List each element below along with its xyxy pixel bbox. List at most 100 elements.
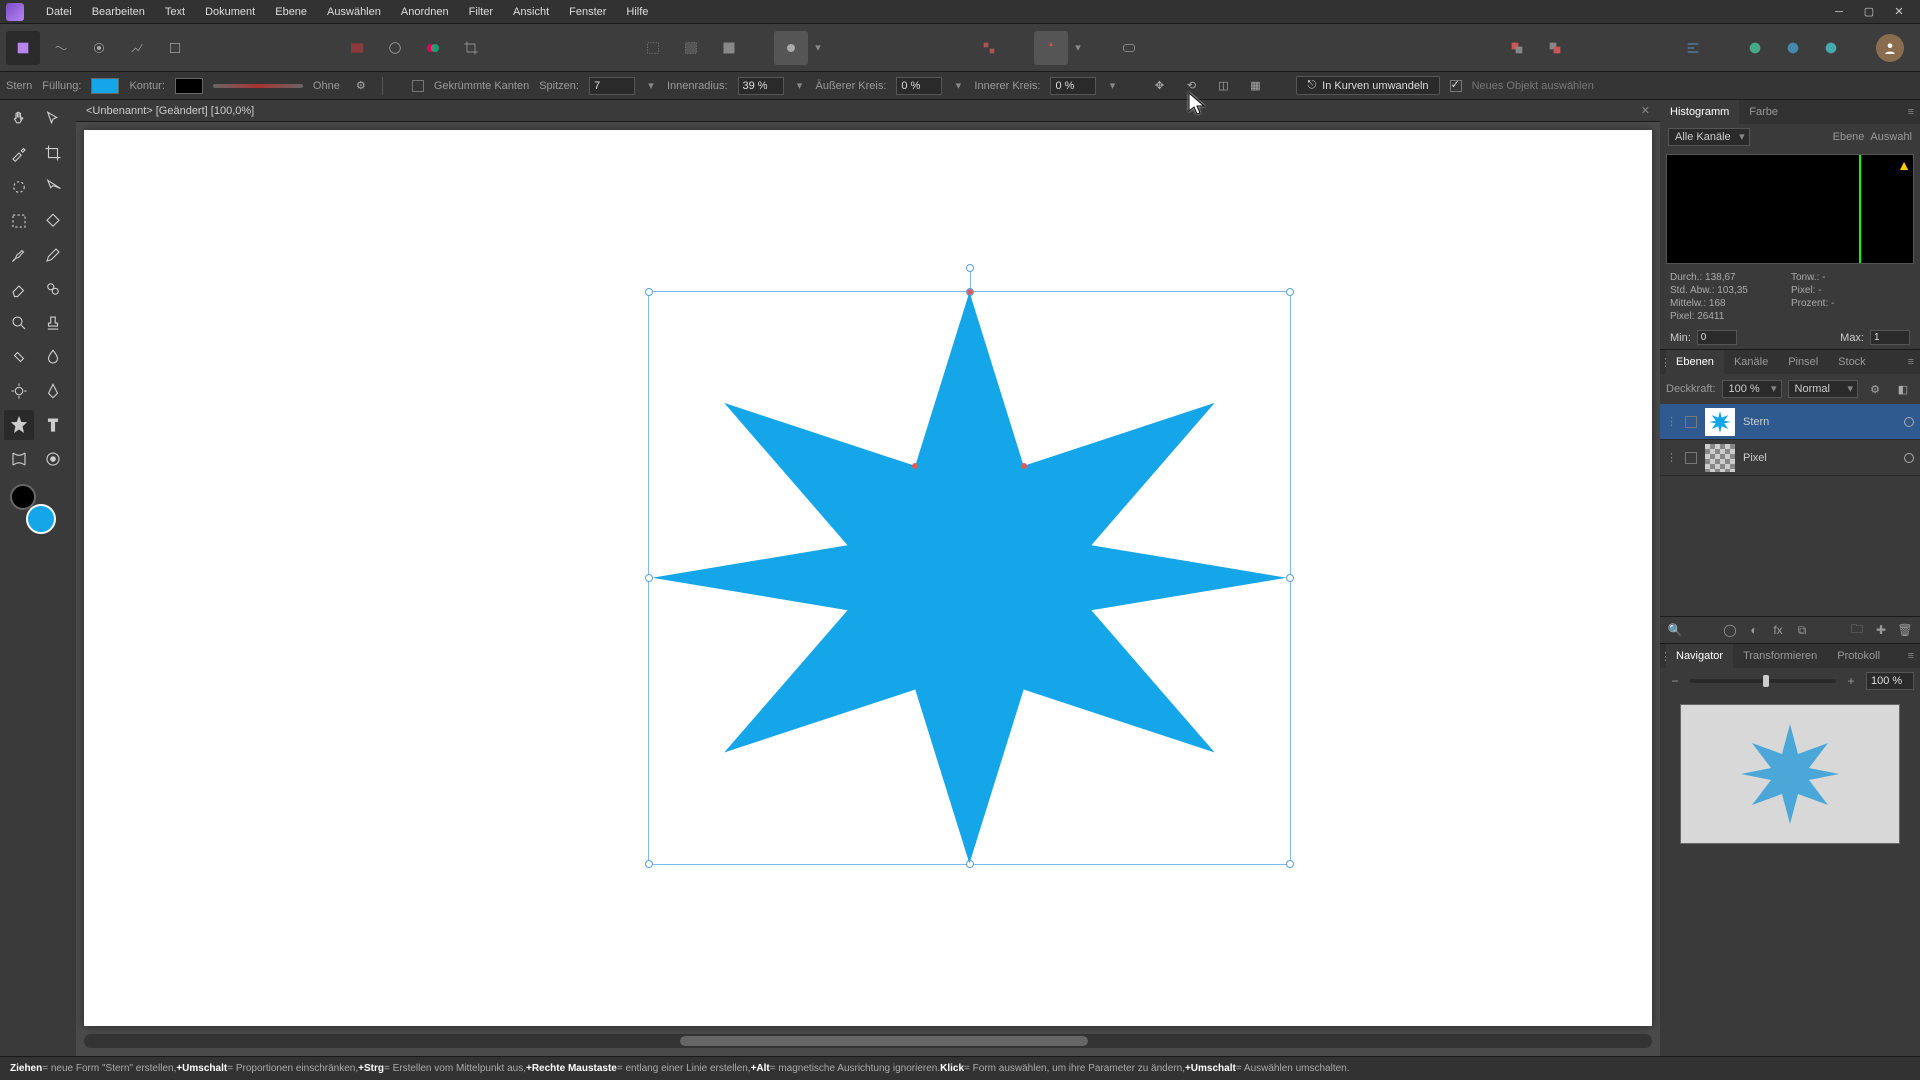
- layer-fx-icon[interactable]: ◧: [1892, 378, 1914, 400]
- intersect-icon[interactable]: [1814, 31, 1848, 65]
- channels-dropdown[interactable]: Alle Kanäle: [1668, 128, 1750, 146]
- min-input[interactable]: [1697, 330, 1737, 345]
- snap-drop[interactable]: ▾: [1072, 41, 1084, 54]
- add-layer-icon[interactable]: ✚: [1872, 621, 1890, 639]
- grid-toggle-icon[interactable]: [972, 31, 1006, 65]
- arrange-back-icon[interactable]: [1500, 31, 1534, 65]
- outer-circle-drop[interactable]: ▾: [952, 79, 964, 92]
- menu-datei[interactable]: Datei: [36, 2, 82, 22]
- tab-pinsel[interactable]: Pinsel: [1778, 350, 1828, 374]
- menu-filter[interactable]: Filter: [459, 2, 503, 22]
- zoom-slider[interactable]: [1690, 679, 1836, 683]
- scrollbar-thumb[interactable]: [680, 1036, 1088, 1046]
- layers-menu-icon[interactable]: ≡: [1902, 356, 1920, 368]
- adjust-layer-icon[interactable]: ◐: [1745, 621, 1763, 639]
- blend-dropdown[interactable]: Normal: [1788, 380, 1858, 398]
- layer-visibility-pixel[interactable]: [1904, 453, 1914, 463]
- fx-layer-icon[interactable]: fx: [1769, 621, 1787, 639]
- delete-layer-icon[interactable]: 🗑: [1896, 621, 1914, 639]
- persona-photo-icon[interactable]: [6, 31, 40, 65]
- menu-fenster[interactable]: Fenster: [559, 2, 616, 22]
- histo-ebene[interactable]: Ebene: [1833, 131, 1865, 143]
- inner-radius-input[interactable]: [738, 77, 784, 95]
- opacity-dropdown[interactable]: 100 %: [1722, 380, 1782, 398]
- crop-icon[interactable]: [454, 31, 488, 65]
- layer-lock-stern[interactable]: [1685, 416, 1697, 428]
- layer-search-icon[interactable]: 🔍: [1666, 621, 1684, 639]
- adjustments-icon[interactable]: [416, 31, 450, 65]
- tab-navigator[interactable]: Navigator: [1666, 644, 1733, 668]
- points-input[interactable]: [589, 77, 635, 95]
- star-shape[interactable]: [649, 292, 1290, 863]
- view-tool[interactable]: [38, 444, 68, 474]
- menu-ebene[interactable]: Ebene: [265, 2, 317, 22]
- dodge-tool[interactable]: [4, 376, 34, 406]
- selection-invert-icon[interactable]: [674, 31, 708, 65]
- selection-brush-tool[interactable]: [4, 172, 34, 202]
- account-avatar[interactable]: [1876, 34, 1904, 62]
- canvas[interactable]: [84, 130, 1652, 1026]
- close-button[interactable]: ✕: [1884, 2, 1914, 22]
- persona-liquify-icon[interactable]: [44, 31, 78, 65]
- color-picker-tool[interactable]: [4, 138, 34, 168]
- zoom-tool[interactable]: [4, 308, 34, 338]
- star-tool[interactable]: [4, 410, 34, 440]
- menu-ansicht[interactable]: Ansicht: [503, 2, 559, 22]
- snap-icon[interactable]: [1034, 31, 1068, 65]
- assistant-icon[interactable]: [1112, 31, 1146, 65]
- zoom-slider-thumb[interactable]: [1763, 675, 1769, 687]
- group-icon[interactable]: 🗀: [1848, 621, 1866, 639]
- menu-anordnen[interactable]: Anordnen: [391, 2, 459, 22]
- layer-row-stern[interactable]: ⋮ Stern: [1660, 404, 1920, 440]
- menu-hilfe[interactable]: Hilfe: [616, 2, 658, 22]
- arrange-front-icon[interactable]: [1538, 31, 1572, 65]
- marquee-tool[interactable]: [4, 206, 34, 236]
- show-rotation-icon[interactable]: ⟲: [1180, 75, 1202, 97]
- maximize-button[interactable]: ▢: [1854, 2, 1884, 22]
- crop-tool[interactable]: [38, 138, 68, 168]
- mask-layer-icon[interactable]: ◯: [1721, 621, 1739, 639]
- tab-kanaele[interactable]: Kanäle: [1724, 350, 1778, 374]
- curved-checkbox[interactable]: [412, 80, 424, 92]
- align-icon[interactable]: [1676, 31, 1710, 65]
- minimize-button[interactable]: ─: [1824, 2, 1854, 22]
- move-tool[interactable]: [38, 104, 68, 134]
- inner-circle-input[interactable]: [1050, 77, 1096, 95]
- selection-none-icon[interactable]: [636, 31, 670, 65]
- tab-stock[interactable]: Stock: [1828, 350, 1876, 374]
- persona-export-icon[interactable]: [158, 31, 192, 65]
- convert-curves-button[interactable]: ⎋In Kurven umwandeln: [1296, 76, 1439, 95]
- arrange-fwd-icon[interactable]: [1576, 31, 1610, 65]
- gear-icon[interactable]: ⚙: [350, 75, 372, 97]
- erase-tool[interactable]: [4, 274, 34, 304]
- fill-swatch[interactable]: [91, 78, 119, 94]
- menu-text[interactable]: Text: [155, 2, 195, 22]
- stroke-style[interactable]: Ohne: [313, 80, 340, 92]
- histo-auswahl[interactable]: Auswahl: [1870, 131, 1912, 143]
- stroke-swatch[interactable]: [175, 78, 203, 94]
- color-wells[interactable]: [10, 484, 60, 534]
- nav-menu-icon[interactable]: ≡: [1902, 650, 1920, 662]
- brush-tool[interactable]: [4, 240, 34, 270]
- tab-transformieren[interactable]: Transformieren: [1733, 644, 1827, 668]
- inner-radius-drop[interactable]: ▾: [794, 79, 806, 92]
- live-filter-icon[interactable]: ⧉: [1793, 621, 1811, 639]
- pencil-tool[interactable]: [38, 240, 68, 270]
- move-origin-icon[interactable]: ✥: [1148, 75, 1170, 97]
- text-tool[interactable]: [38, 410, 68, 440]
- persona-tone-icon[interactable]: [120, 31, 154, 65]
- subtract-icon[interactable]: [1776, 31, 1810, 65]
- tab-histogramm[interactable]: Histogramm: [1660, 100, 1739, 124]
- clone-tool[interactable]: [38, 274, 68, 304]
- arrange-bwd-icon[interactable]: [1614, 31, 1648, 65]
- outer-circle-input[interactable]: [896, 77, 942, 95]
- zoom-out-icon[interactable]: −: [1666, 672, 1684, 690]
- layer-gear-icon[interactable]: ⚙: [1864, 378, 1886, 400]
- quickmask-icon[interactable]: [774, 31, 808, 65]
- layer-row-pixel[interactable]: ⋮ Pixel: [1660, 440, 1920, 476]
- cycle-box-icon[interactable]: ▦: [1244, 75, 1266, 97]
- rotation-handle[interactable]: [966, 264, 974, 272]
- selection-bbox[interactable]: [648, 291, 1291, 864]
- add-icon[interactable]: [1738, 31, 1772, 65]
- hide-selection-icon[interactable]: ◫: [1212, 75, 1234, 97]
